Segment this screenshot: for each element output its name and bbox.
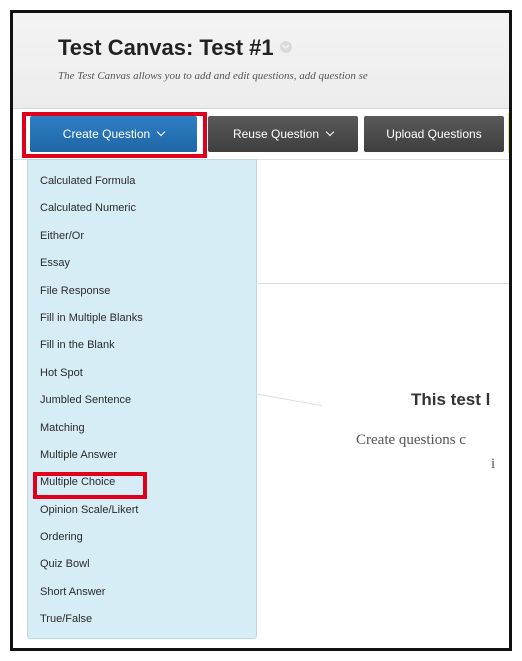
chevron-down-icon[interactable] [279,41,292,54]
content-divider [258,283,509,284]
chevron-down-icon [325,127,335,137]
empty-state-text: Create questions c [356,432,466,448]
page-title-text: Test Canvas: Test #1 [58,35,274,60]
page-subtitle: The Test Canvas allows you to add and ed… [58,70,368,82]
menu-item-calculated-numeric[interactable]: Calculated Numeric [28,195,256,222]
menu-item-hot-spot[interactable]: Hot Spot [28,360,256,387]
menu-item-fill-in-the-blank[interactable]: Fill in the Blank [28,332,256,359]
toolbar-edge-button[interactable] [508,113,509,153]
upload-questions-button[interactable]: Upload Questions [364,116,504,152]
menu-item-short-answer[interactable]: Short Answer [28,579,256,606]
menu-item-matching[interactable]: Matching [28,415,256,442]
menu-item-file-response[interactable]: File Response [28,278,256,305]
menu-item-jumbled-sentence[interactable]: Jumbled Sentence [28,387,256,414]
menu-item-multiple-answer[interactable]: Multiple Answer [28,442,256,469]
menu-item-true-false[interactable]: True/False [28,606,256,633]
empty-state-title: This test l [411,390,491,409]
reuse-question-label: Reuse Question [232,127,320,141]
create-question-menu: Calculated Formula Calculated Numeric Ei… [27,159,257,639]
menu-item-opinion-scale[interactable]: Opinion Scale/Likert [28,497,256,524]
page-title: Test Canvas: Test #1 [58,35,292,61]
page-header: Test Canvas: Test #1 The Test Canvas all… [13,13,509,109]
menu-item-essay[interactable]: Essay [28,250,256,277]
create-question-highlight [22,112,207,158]
menu-item-either-or[interactable]: Either/Or [28,223,256,250]
question-type-list: Calculated Formula Calculated Numeric Ei… [28,160,256,634]
empty-state-text-line2: i [491,456,496,472]
menu-item-quiz-bowl[interactable]: Quiz Bowl [28,551,256,578]
screenshot-frame: Test Canvas: Test #1 The Test Canvas all… [10,10,512,651]
reuse-question-button[interactable]: Reuse Question [208,116,358,152]
menu-item-calculated-formula[interactable]: Calculated Formula [28,168,256,195]
multiple-choice-highlight [33,472,147,499]
menu-item-ordering[interactable]: Ordering [28,524,256,551]
menu-item-fill-multiple-blanks[interactable]: Fill in Multiple Blanks [28,305,256,332]
decorative-line [252,393,323,407]
upload-questions-label: Upload Questions [386,127,482,141]
